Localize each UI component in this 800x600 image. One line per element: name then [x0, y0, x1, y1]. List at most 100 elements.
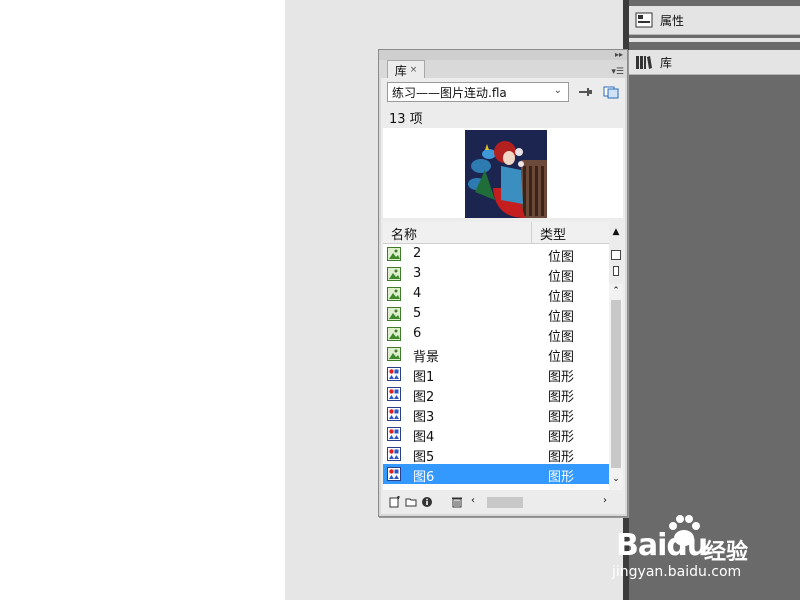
item-name: 图3: [413, 410, 435, 425]
bitmap-icon: [387, 267, 401, 281]
new-folder-icon[interactable]: [405, 496, 417, 508]
watermark-product: 经验: [704, 540, 749, 565]
item-name: 背景: [413, 350, 440, 365]
graphic-symbol-icon: [387, 447, 401, 461]
graphic-symbol-icon: [387, 427, 401, 441]
list-item[interactable]: 6 位图: [383, 324, 609, 345]
new-symbol-icon[interactable]: [389, 496, 401, 508]
graphic-symbol-icon: [387, 387, 401, 401]
baidu-jingyan-watermark: Baidu 经验 jingyan.baidu.com: [612, 512, 800, 600]
bitmap-icon: [387, 247, 401, 261]
item-name: 图5: [413, 450, 435, 465]
preview-image: [465, 130, 547, 218]
scroll-right-icon[interactable]: ›: [603, 495, 607, 506]
library-bottom-toolbar: ‹ ›: [383, 492, 623, 512]
dock-separator: [629, 38, 800, 42]
pin-library-button[interactable]: [577, 85, 593, 99]
item-name: 5: [413, 306, 422, 321]
item-type: 图形: [548, 390, 575, 405]
list-item[interactable]: 图5 图形: [383, 444, 609, 465]
item-name: 图2: [413, 390, 435, 405]
dock-properties-item[interactable]: 属性: [629, 6, 800, 35]
scroll-up-icon[interactable]: ⌃: [609, 286, 623, 298]
library-icon: [634, 53, 654, 71]
graphic-symbol-icon: [387, 467, 401, 481]
sort-toggle-icon[interactable]: ▲: [611, 226, 621, 238]
column-header-type[interactable]: 类型: [540, 224, 566, 243]
item-name: 图1: [413, 370, 435, 385]
item-type: 图形: [548, 370, 575, 385]
collapse-arrows-icon[interactable]: ▸▸: [615, 50, 623, 60]
column-divider[interactable]: [531, 222, 532, 243]
bitmap-icon: [387, 287, 401, 301]
document-select[interactable]: 练习——图片连动.fla ⌄: [387, 82, 569, 102]
list-item[interactable]: 2 位图: [383, 244, 609, 265]
item-count: 13 项: [389, 112, 423, 127]
item-type: 位图: [548, 310, 575, 325]
vertical-scroll-thumb[interactable]: [611, 300, 621, 468]
pin-icon: [579, 88, 592, 96]
wide-state-icon[interactable]: [611, 250, 621, 260]
delete-trash-icon[interactable]: [451, 496, 463, 508]
item-type: 图形: [548, 450, 575, 465]
list-item[interactable]: 图2 图形: [383, 384, 609, 405]
blank-canvas-area: [0, 0, 285, 600]
watermark-brand-text: Bai: [616, 528, 667, 563]
list-item[interactable]: 4 位图: [383, 284, 609, 305]
item-name: 图6: [413, 470, 435, 485]
panel-menu-icon[interactable]: ▾☰: [611, 67, 624, 77]
library-panel-body: 练习——图片连动.fla ⌄ 13 项 名称 类型 ▲ 2 位图 3 位图 4 …: [381, 78, 625, 514]
graphic-symbol-icon: [387, 407, 401, 421]
item-name: 2: [413, 246, 422, 261]
item-name: 3: [413, 266, 422, 281]
properties-info-icon[interactable]: [421, 496, 433, 508]
bitmap-icon: [387, 307, 401, 321]
list-item-selected[interactable]: 图6 图形: [383, 464, 609, 485]
list-item[interactable]: 背景 位图: [383, 344, 609, 365]
item-type: 位图: [548, 290, 575, 305]
item-type: 位图: [548, 330, 575, 345]
new-library-panel-icon: [603, 86, 619, 99]
bitmap-icon: [387, 347, 401, 361]
column-header-name[interactable]: 名称: [391, 224, 417, 243]
list-item[interactable]: 图1 图形: [383, 364, 609, 385]
item-type: 图形: [548, 430, 575, 445]
graphic-symbol-icon: [387, 367, 401, 381]
library-label: 库: [660, 55, 673, 70]
panel-title-bar[interactable]: ▸▸: [379, 50, 627, 60]
library-panel: ▸▸ 库 × ▾☰ 练习——图片连动.fla ⌄ 13 项 名称 类型 ▲ 2 …: [378, 49, 628, 517]
properties-label: 属性: [660, 13, 685, 28]
watermark-brand-suffix: du: [666, 528, 708, 563]
tab-library[interactable]: 库 ×: [387, 60, 425, 79]
horizontal-scrollbar[interactable]: ‹ ›: [471, 495, 607, 508]
new-library-panel-button[interactable]: [603, 85, 619, 99]
chevron-down-icon: ⌄: [553, 85, 562, 96]
tab-library-label: 库: [394, 63, 407, 78]
item-type: 位图: [548, 250, 575, 265]
watermark-url: jingyan.baidu.com: [612, 564, 742, 580]
item-name: 图4: [413, 430, 435, 445]
document-select-value: 练习——图片连动.fla: [392, 85, 507, 100]
library-item-list: 2 位图 3 位图 4 位图 5 位图 6 位图 背景 位图 图1 图形 图2 …: [383, 244, 609, 490]
vertical-scrollbar[interactable]: ⌃ ⌄: [609, 284, 623, 490]
list-item[interactable]: 图3 图形: [383, 404, 609, 425]
horizontal-scroll-thumb[interactable]: [487, 497, 523, 508]
item-type: 图形: [548, 410, 575, 425]
tab-close-icon[interactable]: ×: [410, 65, 418, 75]
list-header: 名称 类型: [383, 222, 609, 244]
item-type: 图形: [548, 470, 575, 485]
item-name: 4: [413, 286, 422, 301]
properties-icon: [634, 11, 654, 29]
list-item[interactable]: 图4 图形: [383, 424, 609, 445]
dock-library-item[interactable]: 库: [629, 50, 800, 75]
narrow-state-icon[interactable]: [613, 266, 619, 276]
item-type: 位图: [548, 350, 575, 365]
right-dock: [629, 0, 800, 600]
scroll-left-icon[interactable]: ‹: [471, 495, 475, 506]
watermark-brand: Baidu: [616, 528, 708, 563]
item-name: 6: [413, 326, 422, 341]
scroll-down-icon[interactable]: ⌄: [609, 474, 623, 486]
list-item[interactable]: 5 位图: [383, 304, 609, 325]
list-item[interactable]: 3 位图: [383, 264, 609, 285]
symbol-preview: [383, 128, 623, 218]
